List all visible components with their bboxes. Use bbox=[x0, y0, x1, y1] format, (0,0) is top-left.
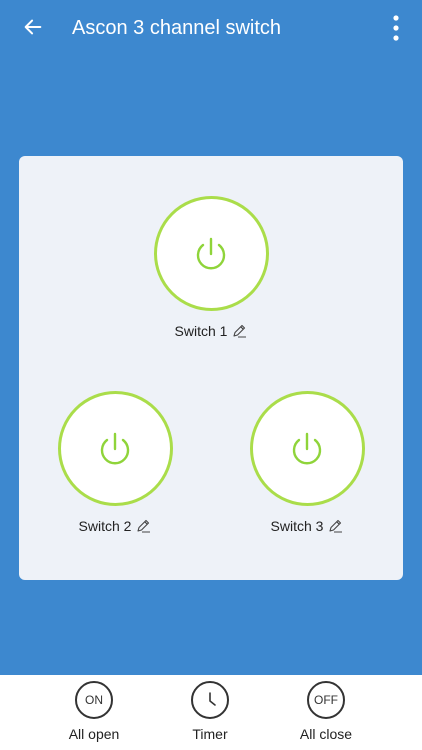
switch-3-label: Switch 3 bbox=[270, 518, 324, 534]
switch-2: Switch 2 bbox=[35, 391, 195, 534]
timer-label: Timer bbox=[192, 726, 228, 742]
on-icon: ON bbox=[75, 681, 113, 719]
switch-1-label: Switch 1 bbox=[174, 323, 228, 339]
page-title: Ascon 3 channel switch bbox=[72, 17, 282, 39]
all-close-button[interactable]: OFF All close bbox=[286, 681, 366, 742]
power-icon bbox=[292, 432, 322, 464]
power-icon bbox=[100, 432, 130, 464]
switch-2-toggle[interactable] bbox=[57, 391, 173, 506]
app-bar: Ascon 3 channel switch bbox=[0, 0, 422, 56]
pencil-icon[interactable] bbox=[231, 323, 247, 339]
all-close-label: All close bbox=[299, 726, 353, 742]
off-icon: OFF bbox=[307, 681, 345, 719]
switch-3-toggle[interactable] bbox=[249, 391, 365, 506]
all-open-button[interactable]: ON All open bbox=[54, 681, 134, 742]
pencil-icon[interactable] bbox=[135, 518, 151, 534]
switch-1: Switch 1 bbox=[131, 196, 291, 339]
pencil-icon[interactable] bbox=[327, 518, 343, 534]
all-open-label: All open bbox=[68, 726, 120, 742]
switch-1-toggle[interactable] bbox=[153, 196, 269, 311]
more-options-button[interactable] bbox=[384, 8, 408, 48]
timer-button[interactable]: Timer bbox=[170, 681, 250, 742]
back-button[interactable] bbox=[12, 8, 54, 46]
clock-icon bbox=[191, 681, 229, 719]
off-icon-text: OFF bbox=[314, 693, 338, 707]
power-icon bbox=[196, 237, 226, 269]
switch-3: Switch 3 bbox=[227, 391, 387, 534]
switch-panel: Switch 1 Switch 2 Switch 3 bbox=[19, 156, 403, 580]
more-vertical-icon bbox=[393, 15, 399, 41]
arrow-left-icon bbox=[24, 19, 42, 35]
switch-2-label: Switch 2 bbox=[78, 518, 132, 534]
on-icon-text: ON bbox=[85, 693, 103, 707]
bottom-action-bar: ON All open Timer OFF All close bbox=[0, 675, 422, 750]
